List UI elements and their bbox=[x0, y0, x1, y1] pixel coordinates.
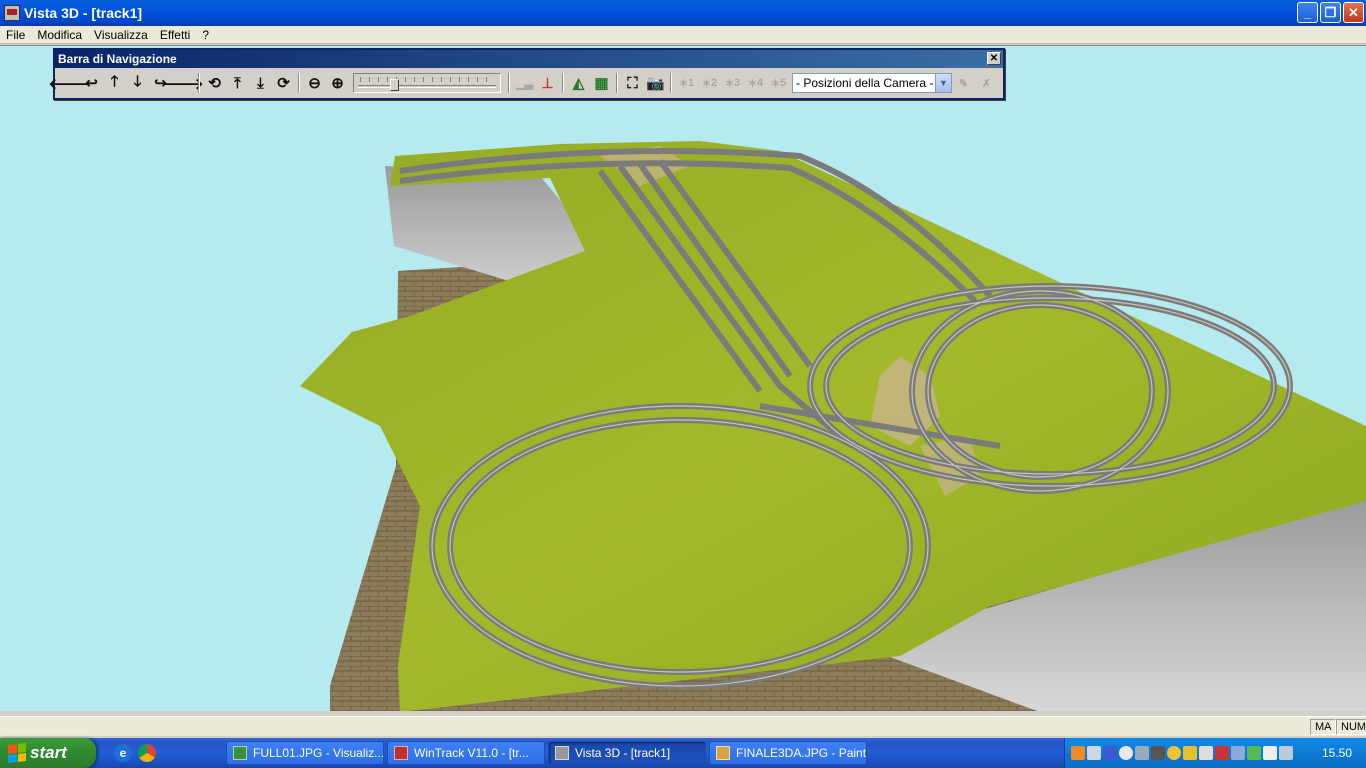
tray-network-icon[interactable] bbox=[1087, 746, 1101, 760]
camera-preset-1-label: 1 bbox=[688, 77, 695, 89]
arrow-up-icon[interactable]: 🡑 bbox=[103, 72, 126, 94]
toolbar-close-button[interactable]: ✕ bbox=[987, 52, 1001, 65]
menu-file[interactable]: File bbox=[0, 28, 31, 42]
taskbar-item-label: WinTrack V11.0 - [tr... bbox=[414, 746, 529, 760]
menu-effetti[interactable]: Effetti bbox=[154, 28, 196, 42]
arrow-left-icon[interactable]: 🡐 bbox=[48, 72, 88, 94]
track-height-icon[interactable]: ⊥ bbox=[536, 72, 559, 94]
slider-ticks bbox=[360, 77, 494, 82]
navigation-toolbar-title[interactable]: Barra di Navigazione bbox=[55, 50, 1003, 68]
taskbar-item-label: FULL01.JPG - Visualiz... bbox=[253, 746, 384, 760]
security-shield-icon[interactable] bbox=[1183, 746, 1197, 760]
camera-preset-3-label: 3 bbox=[734, 77, 741, 89]
tray-device-icon[interactable] bbox=[1199, 746, 1213, 760]
delete-camera-icon[interactable]: ✗ bbox=[975, 72, 998, 94]
camera-icon[interactable]: 📷 bbox=[644, 72, 667, 94]
taskbar-item-wintrack[interactable]: WinTrack V11.0 - [tr... bbox=[387, 741, 545, 765]
menu-help[interactable]: ? bbox=[196, 28, 215, 42]
track-layout-3d-render bbox=[300, 141, 1366, 711]
camera-positions-value: - Posizioni della Camera - bbox=[796, 76, 934, 90]
tray-search-icon[interactable] bbox=[1119, 746, 1133, 760]
navigation-toolbar[interactable]: Barra di Navigazione ✕ 🡐 ↩ 🡑 🡓 ↪ 🡒 ⟲ ⤒ ⤓… bbox=[48, 48, 1005, 100]
clock[interactable]: 15.50 bbox=[1322, 746, 1352, 760]
vista3d-icon bbox=[555, 746, 569, 760]
camera-preset-1-icon[interactable]: ✶ 1 bbox=[675, 72, 698, 94]
menu-modifica[interactable]: Modifica bbox=[31, 28, 88, 42]
chevron-down-icon[interactable]: ▼ bbox=[935, 74, 951, 92]
landscape-icon[interactable]: ◭ bbox=[567, 72, 590, 94]
taskbar-item-label: Vista 3D - [track1] bbox=[575, 746, 671, 760]
arrow-down-icon[interactable]: 🡓 bbox=[126, 72, 149, 94]
rotate-view-icon[interactable]: ⟳ bbox=[272, 72, 295, 94]
chrome-icon[interactable] bbox=[138, 744, 156, 762]
paint-icon bbox=[716, 746, 730, 760]
toolbar-separator bbox=[198, 73, 200, 93]
grid-icon[interactable]: ▦ bbox=[590, 72, 613, 94]
zoom-out-icon[interactable]: ⊖ bbox=[303, 72, 326, 94]
slider-track bbox=[358, 85, 496, 88]
toolbar-separator bbox=[616, 73, 618, 93]
toolbar-separator bbox=[670, 73, 672, 93]
restore-button[interactable]: ❐ bbox=[1320, 2, 1341, 23]
start-label: start bbox=[30, 743, 67, 762]
toolbar-separator bbox=[562, 73, 564, 93]
window-titlebar[interactable]: Vista 3D - [track1] _ ❐ ✕ bbox=[0, 0, 1366, 26]
zoom-slider[interactable] bbox=[353, 73, 501, 93]
windows-logo-icon bbox=[8, 743, 26, 763]
internet-explorer-icon[interactable]: e bbox=[114, 744, 132, 762]
bluetooth-icon[interactable] bbox=[1103, 746, 1117, 760]
tray-alert-icon[interactable] bbox=[1215, 746, 1229, 760]
minimize-button[interactable]: _ bbox=[1297, 2, 1318, 23]
tray-sync-icon[interactable] bbox=[1247, 746, 1261, 760]
zoom-in-icon[interactable]: ⊕ bbox=[326, 72, 349, 94]
terrain-icon[interactable]: ▁▃ bbox=[513, 72, 536, 94]
window-controls: _ ❐ ✕ bbox=[1297, 2, 1364, 23]
orbit-icon[interactable]: ⟲ bbox=[203, 72, 226, 94]
tray-update-icon[interactable] bbox=[1167, 746, 1181, 760]
taskbar-item-vista3d[interactable]: Vista 3D - [track1] bbox=[548, 741, 706, 765]
system-tray: 15.50 bbox=[1064, 738, 1366, 768]
tilt-up-icon[interactable]: ⤒ bbox=[226, 72, 249, 94]
toolbar-buttons: 🡐 ↩ 🡑 🡓 ↪ 🡒 ⟲ ⤒ ⤓ ⟳ ⊖ ⊕ ▁▃ ⊥ ◭ ▦ ⛶ 📷 ✶ 1… bbox=[48, 71, 998, 95]
tray-display-icon[interactable] bbox=[1151, 746, 1165, 760]
taskbar-item-paint[interactable]: FINALE3DA.JPG - Paint bbox=[709, 741, 867, 765]
camera-preset-2-label: 2 bbox=[711, 77, 718, 89]
tray-app-icon[interactable] bbox=[1071, 746, 1085, 760]
camera-preset-3-icon[interactable]: ✶ 3 bbox=[721, 72, 744, 94]
camera-preset-4-label: 4 bbox=[757, 77, 764, 89]
quick-launch: e bbox=[114, 744, 156, 762]
save-camera-icon[interactable]: ✎ bbox=[952, 72, 975, 94]
tray-usb-icon[interactable] bbox=[1263, 746, 1277, 760]
image-viewer-icon bbox=[233, 746, 247, 760]
camera-preset-4-icon[interactable]: ✶ 4 bbox=[744, 72, 767, 94]
taskbar-item-label: FINALE3DA.JPG - Paint bbox=[736, 746, 867, 760]
close-button[interactable]: ✕ bbox=[1343, 2, 1364, 23]
status-bar: MA NUM bbox=[0, 716, 1366, 736]
slider-thumb[interactable] bbox=[390, 79, 400, 91]
3d-viewport[interactable]: Barra di Navigazione ✕ 🡐 ↩ 🡑 🡓 ↪ 🡒 ⟲ ⤒ ⤓… bbox=[0, 45, 1366, 711]
menu-visualizza[interactable]: Visualizza bbox=[88, 28, 154, 42]
tray-monitor-icon[interactable] bbox=[1135, 746, 1149, 760]
toolbar-separator bbox=[298, 73, 300, 93]
turn-left-icon[interactable]: ↩ bbox=[80, 72, 103, 94]
camera-preset-2-icon[interactable]: ✶ 2 bbox=[698, 72, 721, 94]
start-button[interactable]: start bbox=[0, 738, 96, 768]
fit-view-icon[interactable]: ⛶ bbox=[621, 72, 644, 94]
camera-positions-select[interactable]: - Posizioni della Camera - ▼ bbox=[792, 73, 952, 93]
wintrack-icon bbox=[394, 746, 408, 760]
arrow-right-icon[interactable]: 🡒 bbox=[163, 72, 203, 94]
menubar: File Modifica Visualizza Effetti ? bbox=[0, 26, 1366, 44]
toolbar-separator bbox=[508, 73, 510, 93]
window-title: Vista 3D - [track1] bbox=[24, 5, 143, 21]
camera-preset-5-icon[interactable]: ✶ 5 bbox=[767, 72, 790, 94]
tilt-down-icon[interactable]: ⤓ bbox=[249, 72, 272, 94]
caps-indicator: MA bbox=[1310, 719, 1336, 735]
num-indicator: NUM bbox=[1336, 719, 1366, 735]
windows-taskbar: start e FULL01.JPG - Visualiz... WinTrac… bbox=[0, 738, 1366, 768]
taskbar-item-full01[interactable]: FULL01.JPG - Visualiz... bbox=[226, 741, 384, 765]
vista3d-app-icon bbox=[4, 5, 20, 21]
camera-preset-5-label: 5 bbox=[780, 77, 787, 89]
tray-volume-icon[interactable] bbox=[1279, 746, 1293, 760]
tray-media-icon[interactable] bbox=[1231, 746, 1245, 760]
